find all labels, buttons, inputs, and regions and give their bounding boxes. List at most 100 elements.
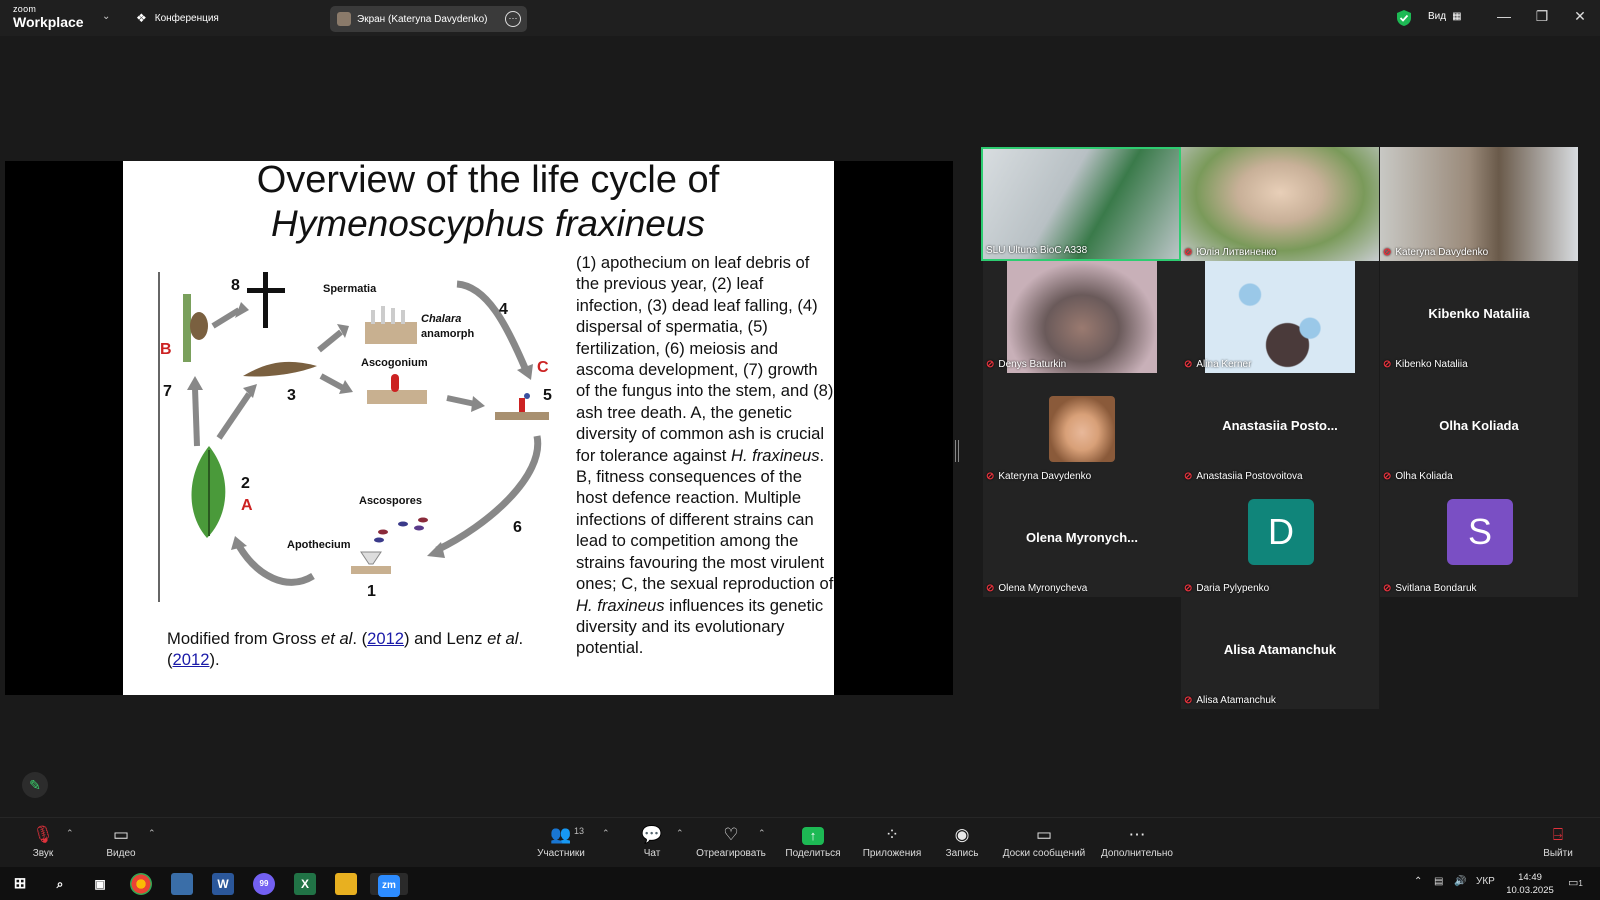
participant-tile[interactable]: Olena Myronych... ⊘ Olena Myronycheva [983, 485, 1181, 597]
caption-text: . B, fitness consequences of the host de… [576, 445, 834, 594]
participant-name: ⊘ Olha Koliada [1383, 471, 1453, 482]
participant-tile[interactable]: Kibenko Nataliia ⊘ Kibenko Nataliia [1380, 261, 1578, 373]
participant-label: Denys Baturkin [998, 359, 1067, 370]
mic-muted-icon: ⊘ [1383, 471, 1392, 482]
participant-tile[interactable]: ⊘ Юлія Литвиненко [1181, 147, 1379, 261]
restore-icon[interactable]: ❐ [1532, 8, 1552, 25]
participant-tile[interactable]: ⊘ Kateryna Davydenko [983, 373, 1181, 485]
more-icon[interactable]: ··· [505, 11, 521, 27]
chevron-up-icon[interactable]: ⌃ [148, 828, 156, 839]
participant-tile[interactable]: ⊘ Alina Kerner [1181, 261, 1379, 373]
more-button[interactable]: ⋯ Дополнительно [1099, 824, 1175, 859]
arrow-3-spermatia [317, 329, 343, 353]
minimize-icon[interactable]: — [1494, 8, 1514, 24]
system-clock[interactable]: 14:49 10.03.2025 [1505, 871, 1555, 897]
volume-icon[interactable]: 🔊 [1454, 876, 1466, 887]
fertilization-illustration [495, 412, 549, 420]
notepad-icon[interactable] [171, 873, 193, 895]
avatar-letter: D [1248, 499, 1314, 565]
participants-count: 13 [574, 826, 585, 836]
arrow-4 [456, 280, 529, 370]
participant-tile[interactable]: ⊘ Denys Baturkin [983, 261, 1181, 373]
avatar-letter: S [1447, 499, 1513, 565]
ascospore [378, 529, 388, 535]
language-indicator[interactable]: УКР [1476, 876, 1495, 887]
arrow-7 [192, 387, 200, 447]
participants-button[interactable]: 👥 13 Участники [534, 824, 588, 859]
chevron-up-icon[interactable]: ⌃ [66, 828, 74, 839]
chat-button[interactable]: 💬 Чат [638, 824, 666, 859]
chevron-up-icon[interactable]: ⌃ [758, 828, 766, 839]
label-chalara: Chalara [421, 313, 461, 325]
participant-tile[interactable]: Anastasiia Posto... ⊘ Anastasiia Postovoi… [1181, 373, 1379, 485]
word-icon[interactable]: W [212, 873, 234, 895]
meeting-label: Конференция [154, 12, 219, 24]
participant-tile[interactable]: Olha Koliada ⊘ Olha Koliada [1380, 373, 1578, 485]
screen-share-indicator[interactable]: Экран (Kateryna Davydenko) ··· [330, 6, 527, 32]
audio-button[interactable]: 🎙 Звук [28, 824, 58, 859]
view-button[interactable]: Вид ▦ [1428, 11, 1462, 22]
camera-icon: ▭ [112, 825, 130, 844]
participant-tile[interactable]: D ⊘ Daria Pylypenko [1181, 485, 1379, 597]
record-button[interactable]: ◉ Запись [943, 824, 981, 859]
network-icon[interactable]: ▤ [1434, 876, 1443, 887]
share-button[interactable]: ↑ Поделиться [783, 824, 843, 859]
participant-name: ⊘ Юлія Литвиненко [1184, 247, 1277, 258]
participant-display-name: Alisa Atamanchuk [1223, 641, 1337, 657]
participant-tile[interactable]: S ⊘ Svitlana Bondaruk [1380, 485, 1578, 597]
video-feed [983, 149, 1179, 259]
apps-button[interactable]: ⁘ Приложения [859, 824, 925, 859]
mic-muted-icon: 🎙 [32, 825, 54, 844]
meeting-info-button[interactable]: ❖ Конференция [136, 11, 219, 25]
participant-label: SLU Ultuna BioC A338 [986, 245, 1088, 256]
chrome-icon[interactable] [130, 873, 152, 895]
shield-icon[interactable] [1396, 9, 1412, 27]
chevron-up-icon[interactable]: ⌃ [602, 828, 610, 839]
react-button[interactable]: ♡ Отреагировать [695, 824, 767, 859]
participant-tile[interactable]: SLU Ultuna BioC A338 [981, 147, 1181, 261]
whiteboards-button[interactable]: ▭ Доски сообщений [1000, 824, 1088, 859]
label-ascogonium: Ascogonium [361, 357, 428, 369]
participant-name: ⊘ Svitlana Bondaruk [1383, 583, 1477, 594]
caption-species: H. fraxineus [576, 595, 665, 615]
participant-tile[interactable]: ⊘ Kateryna Davydenko [1380, 147, 1578, 261]
audio-label: Звук [32, 848, 54, 859]
participant-label: Kibenko Nataliia [1395, 359, 1468, 370]
chat-label: Чат [643, 848, 661, 859]
folder-icon[interactable] [335, 873, 357, 895]
participant-name: ⊘ Daria Pylypenko [1184, 583, 1269, 594]
mic-muted-icon: ⊘ [1184, 471, 1193, 482]
close-icon[interactable]: ✕ [1570, 8, 1590, 25]
credit-text: ) and Lenz [404, 629, 488, 648]
arrow-2-3 [216, 392, 252, 440]
citation-link[interactable]: 2012 [367, 629, 404, 648]
leave-button[interactable]: ⍈ Выйти [1542, 824, 1574, 859]
annotate-pencil-icon[interactable]: ✎ [22, 772, 48, 798]
mic-muted-icon: ⊘ [1184, 359, 1193, 370]
search-icon[interactable]: ⌕ [49, 873, 71, 895]
participant-label: Anastasiia Postovoitova [1196, 471, 1303, 482]
zoom-taskbar-item[interactable]: zm [370, 873, 408, 897]
windows-start-icon[interactable]: ⊞ [9, 873, 31, 895]
step-7: 7 [163, 383, 172, 400]
slide-credit: Modified from Gross et al. (2012) and Le… [167, 628, 527, 671]
mic-muted-icon: ⊘ [1383, 247, 1392, 258]
chevron-down-icon[interactable]: ⌄ [102, 11, 110, 22]
task-view-icon[interactable]: ▣ [89, 873, 111, 895]
video-label: Видео [106, 848, 136, 859]
participant-tile[interactable]: Alisa Atamanchuk ⊘ Alisa Atamanchuk [1181, 597, 1379, 709]
chevron-up-icon[interactable]: ⌃ [1414, 876, 1422, 887]
slide-title: Overview of the life cycle of [256, 161, 720, 201]
chevron-up-icon[interactable]: ⌃ [676, 828, 684, 839]
notifications-icon[interactable]: ▭1 [1568, 876, 1583, 889]
step-3: 3 [287, 387, 296, 404]
excel-icon[interactable]: X [294, 873, 316, 895]
video-button[interactable]: ▭ Видео [104, 824, 138, 859]
whiteboards-label: Доски сообщений [1002, 848, 1086, 859]
mic-muted-icon: ⊘ [986, 471, 995, 482]
resize-handle[interactable] [955, 440, 959, 462]
viber-icon[interactable]: 99 [253, 873, 275, 895]
participant-display-name: Anastasiia Posto... [1222, 417, 1338, 433]
citation-link[interactable]: 2012 [173, 650, 210, 669]
zoom-logo[interactable]: zoom Workplace [13, 5, 84, 30]
